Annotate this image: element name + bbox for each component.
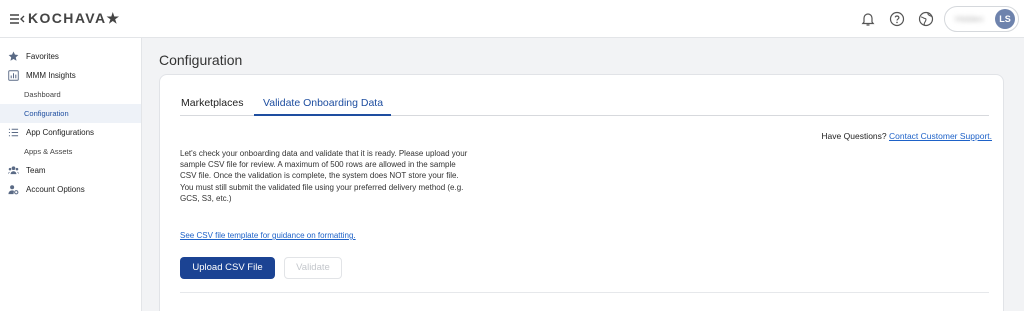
- user-name: Hidden: [955, 14, 984, 24]
- sidebar-item-label: Dashboard: [24, 90, 61, 99]
- user-menu[interactable]: Hidden LS: [944, 6, 1019, 32]
- sidebar-item-label: MMM Insights: [26, 71, 76, 80]
- support-prompt: Have Questions? Contact Customer Support…: [821, 131, 992, 141]
- sidebar-item-team[interactable]: Team: [0, 161, 141, 180]
- collapse-menu-icon[interactable]: [9, 11, 25, 27]
- list-icon: [8, 128, 19, 137]
- divider: [180, 292, 989, 293]
- sidebar-item-configuration[interactable]: Configuration: [0, 104, 141, 123]
- sidebar-item-label: Configuration: [24, 109, 69, 118]
- sidebar-item-label: Apps & Assets: [24, 147, 73, 156]
- brand-logo[interactable]: KOCHAVA★: [28, 10, 120, 27]
- team-icon: [8, 166, 19, 175]
- sidebar-item-account-options[interactable]: Account Options: [0, 180, 141, 199]
- validation-description: Let's check your onboarding data and val…: [180, 149, 468, 203]
- sidebar-item-apps-assets[interactable]: Apps & Assets: [0, 142, 141, 161]
- star-icon: [8, 51, 19, 61]
- contact-support-link[interactable]: Contact Customer Support.: [889, 131, 992, 141]
- validate-button[interactable]: Validate: [284, 257, 342, 279]
- page-title: Configuration: [159, 52, 243, 68]
- active-tab-indicator: [254, 114, 391, 116]
- sidebar-item-label: Team: [26, 166, 46, 175]
- top-bar: KOCHAVA★ Hidden LS: [0, 0, 1024, 38]
- tab-validate-onboarding-data[interactable]: Validate Onboarding Data: [263, 97, 383, 109]
- configuration-card: Marketplaces Validate Onboarding Data Ha…: [159, 74, 1004, 311]
- user-settings-icon: [8, 185, 19, 195]
- bell-icon[interactable]: [860, 11, 876, 27]
- globe-icon[interactable]: [918, 11, 934, 27]
- sidebar: Favorites MMM Insights Dashboard Configu…: [0, 38, 142, 311]
- sidebar-item-label: Favorites: [26, 52, 59, 61]
- sidebar-item-label: Account Options: [26, 185, 85, 194]
- upload-csv-button[interactable]: Upload CSV File: [180, 257, 275, 279]
- questions-text: Have Questions?: [821, 131, 887, 141]
- sidebar-item-mmm-insights[interactable]: MMM Insights: [0, 66, 141, 85]
- sidebar-item-favorites[interactable]: Favorites: [0, 47, 141, 66]
- tab-marketplaces[interactable]: Marketplaces: [181, 97, 243, 109]
- csv-template-link[interactable]: See CSV file template for guidance on fo…: [180, 231, 356, 240]
- avatar: LS: [995, 9, 1015, 29]
- sidebar-item-app-configurations[interactable]: App Configurations: [0, 123, 141, 142]
- sidebar-item-label: App Configurations: [26, 128, 95, 137]
- help-icon[interactable]: [889, 11, 905, 27]
- chart-icon: [8, 70, 19, 81]
- tab-bar: Marketplaces Validate Onboarding Data: [180, 93, 989, 116]
- sidebar-item-dashboard[interactable]: Dashboard: [0, 85, 141, 104]
